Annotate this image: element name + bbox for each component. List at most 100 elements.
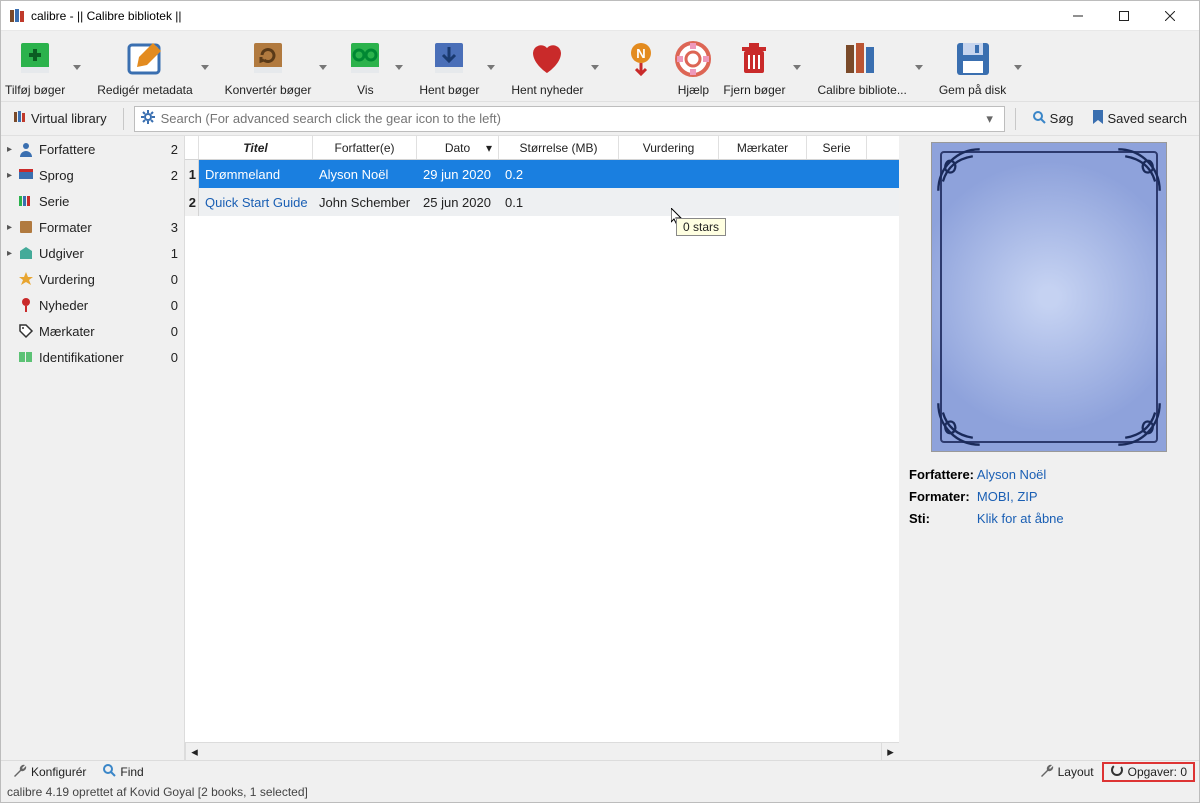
fetch-news-dropdown[interactable] <box>587 43 603 91</box>
wrench-icon <box>13 763 27 780</box>
virtual-library-button[interactable]: Virtual library <box>7 108 113 129</box>
status-text: calibre 4.19 oprettet af Kovid Goyal [2 … <box>7 785 308 799</box>
table-row[interactable]: 1 Drømmeland Alyson Noël 29 jun 2020 0.2 <box>185 160 899 188</box>
maximize-button[interactable] <box>1101 1 1147 31</box>
sidebar-item-tags[interactable]: Mærkater0 <box>1 318 184 344</box>
help-button[interactable]: Hjælp <box>667 35 719 99</box>
main-toolbar: Tilføj bøger Redigér metadata Konvertér … <box>1 31 1199 102</box>
sidebar-item-series[interactable]: Serie <box>1 188 184 214</box>
scroll-track[interactable] <box>203 743 881 760</box>
news-button[interactable]: NHjælp <box>615 35 667 99</box>
library-icon <box>840 37 884 81</box>
library-small-icon <box>13 110 27 127</box>
heart-icon <box>525 37 569 81</box>
sidebar-item-languages[interactable]: ▸Sprog2 <box>1 162 184 188</box>
expand-icon[interactable]: ▸ <box>7 222 17 233</box>
scroll-left-button[interactable]: ◂ <box>185 743 203 760</box>
library-button[interactable]: Calibre bibliote... <box>813 35 910 99</box>
magnifier-icon <box>1032 110 1046 127</box>
search-box[interactable]: ▾ <box>134 106 1005 132</box>
add-book-icon <box>13 37 57 81</box>
formats-link[interactable]: MOBI, ZIP <box>977 489 1038 504</box>
save-disk-button[interactable]: Gem på disk <box>935 35 1010 99</box>
separator <box>123 108 124 130</box>
horizontal-scrollbar[interactable]: ◂ ▸ <box>185 742 899 760</box>
add-books-button[interactable]: Tilføj bøger <box>1 35 69 99</box>
close-button[interactable] <box>1147 1 1193 31</box>
barcode-icon <box>17 348 35 366</box>
table-row[interactable]: 2 Quick Start Guide John Schember 25 jun… <box>185 188 899 216</box>
header-author[interactable]: Forfatter(e) <box>313 136 417 159</box>
view-button[interactable]: Vis <box>339 35 391 99</box>
flag-icon <box>17 166 35 184</box>
window-title: calibre - || Calibre bibliotek || <box>31 9 1055 23</box>
find-button[interactable]: Find <box>94 763 151 780</box>
author-link[interactable]: Alyson Noël <box>977 467 1046 482</box>
library-dropdown[interactable] <box>911 43 927 91</box>
sidebar-item-news[interactable]: Nyheder0 <box>1 292 184 318</box>
expand-icon[interactable]: ▸ <box>7 144 17 155</box>
remove-books-button[interactable]: Fjern bøger <box>719 35 789 99</box>
svg-text:N: N <box>637 46 646 61</box>
header-date[interactable]: Dato▾ <box>417 136 499 159</box>
status-bar: Konfigurér Find Layout Opgaver: 0 <box>1 760 1199 782</box>
view-icon <box>343 37 387 81</box>
search-button[interactable]: Søg <box>1026 108 1080 129</box>
header-size[interactable]: Størrelse (MB) <box>499 136 619 159</box>
path-label: Sti: <box>909 511 930 526</box>
star-icon <box>17 270 35 288</box>
sidebar-item-publisher[interactable]: ▸Udgiver1 <box>1 240 184 266</box>
save-dropdown[interactable] <box>1010 43 1026 91</box>
grid-body[interactable]: 1 Drømmeland Alyson Noël 29 jun 2020 0.2… <box>185 160 899 742</box>
expand-icon[interactable]: ▸ <box>7 170 17 181</box>
tag-browser: ▸Forfattere2 ▸Sprog2 Serie ▸Formater3 ▸U… <box>1 136 185 760</box>
app-icon <box>9 8 25 24</box>
sidebar-item-formats[interactable]: ▸Formater3 <box>1 214 184 240</box>
remove-dropdown[interactable] <box>789 43 805 91</box>
tag-icon <box>17 322 35 340</box>
scroll-right-button[interactable]: ▸ <box>881 743 899 760</box>
publisher-icon <box>17 244 35 262</box>
floppy-icon <box>951 37 995 81</box>
sort-desc-icon: ▾ <box>486 141 492 155</box>
pin-icon <box>17 296 35 314</box>
sidebar-item-authors[interactable]: ▸Forfattere2 <box>1 136 184 162</box>
preferences-button[interactable]: Konfigurér <box>5 763 94 780</box>
header-title[interactable]: Titel <box>199 136 313 159</box>
magnifier-icon <box>102 763 116 780</box>
saved-search-button[interactable]: Saved search <box>1086 108 1194 129</box>
expand-icon[interactable]: ▸ <box>7 248 17 259</box>
edit-metadata-button[interactable]: Redigér metadata <box>93 35 196 99</box>
book-icon <box>17 218 35 236</box>
book-cover[interactable] <box>931 142 1167 452</box>
header-series[interactable]: Serie <box>807 136 867 159</box>
add-books-dropdown[interactable] <box>69 43 85 91</box>
gear-icon[interactable] <box>141 110 155 127</box>
titlebar: calibre - || Calibre bibliotek || <box>1 1 1199 31</box>
get-books-button[interactable]: Hent bøger <box>415 35 483 99</box>
layout-button[interactable]: Layout <box>1032 763 1102 780</box>
jobs-button[interactable]: Opgaver: 0 <box>1102 762 1195 782</box>
person-icon <box>17 140 35 158</box>
convert-dropdown[interactable] <box>315 43 331 91</box>
bookmark-icon <box>1092 110 1104 127</box>
book-details-panel: Forfattere: Alyson Noël Formater: MOBI, … <box>899 136 1199 760</box>
header-rownum[interactable] <box>185 136 199 159</box>
edit-metadata-dropdown[interactable] <box>197 43 213 91</box>
view-dropdown[interactable] <box>391 43 407 91</box>
series-icon <box>17 192 35 210</box>
header-tags[interactable]: Mærkater <box>719 136 807 159</box>
sidebar-item-rating[interactable]: Vurdering0 <box>1 266 184 292</box>
get-books-dropdown[interactable] <box>483 43 499 91</box>
fetch-news-button[interactable]: Hent nyheder <box>507 35 587 99</box>
minimize-button[interactable] <box>1055 1 1101 31</box>
search-dropdown-icon[interactable]: ▾ <box>982 111 998 127</box>
path-link[interactable]: Klik for at åbne <box>977 511 1064 526</box>
header-rating[interactable]: Vurdering <box>619 136 719 159</box>
download-book-icon <box>427 37 471 81</box>
sidebar-item-identifiers[interactable]: Identifikationer0 <box>1 344 184 370</box>
convert-books-button[interactable]: Konvertér bøger <box>221 35 316 99</box>
search-input[interactable] <box>161 111 982 126</box>
formats-label: Formater: <box>909 489 970 504</box>
column-headers: Titel Forfatter(e) Dato▾ Størrelse (MB) … <box>185 136 899 160</box>
